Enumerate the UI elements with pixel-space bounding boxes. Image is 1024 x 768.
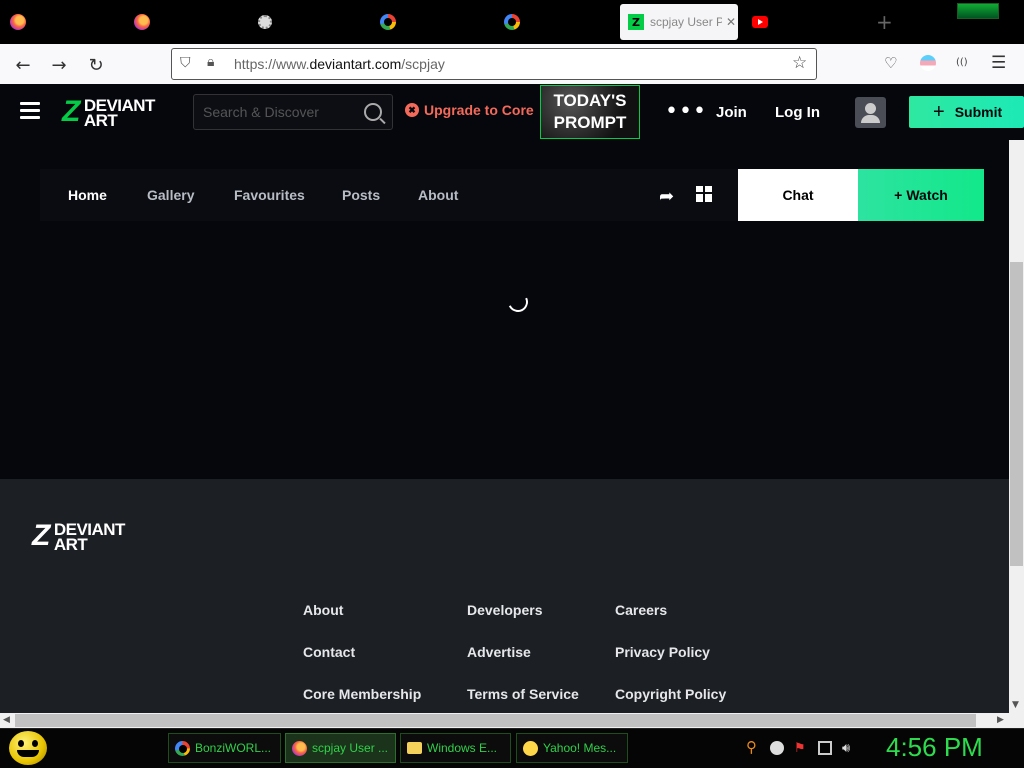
- todays-prompt-banner[interactable]: TODAY'S PROMPT: [540, 85, 640, 139]
- tab-posts[interactable]: Posts: [342, 187, 380, 203]
- search-tray-icon[interactable]: ⚲: [746, 738, 760, 756]
- more-options-icon[interactable]: •••: [665, 99, 707, 124]
- bookmark-star-icon[interactable]: ☆: [792, 53, 807, 73]
- submit-button[interactable]: + Submit: [909, 96, 1024, 128]
- join-link[interactable]: Join: [716, 104, 747, 121]
- avatar-icon[interactable]: [855, 97, 886, 128]
- footer-link[interactable]: Privacy Policy: [615, 644, 710, 660]
- plus-icon: +: [894, 187, 903, 203]
- search-icon[interactable]: [364, 103, 382, 121]
- deviantart-logo[interactable]: Z DEVIANT ART: [62, 95, 155, 130]
- back-arrow-icon[interactable]: ←: [10, 52, 36, 78]
- messenger-tray-icon[interactable]: [770, 741, 784, 755]
- footer-link[interactable]: Terms of Service: [467, 686, 579, 702]
- scrollbar-corner: [1009, 713, 1024, 728]
- window-controls[interactable]: [957, 3, 999, 19]
- tab-youtube[interactable]: [744, 4, 768, 40]
- tab-favourites[interactable]: Favourites: [234, 187, 305, 203]
- firefox-icon: [134, 14, 150, 30]
- deviantart-logo-icon: Z: [32, 519, 50, 552]
- footer-link[interactable]: Contact: [303, 644, 355, 660]
- hamburger-menu-icon[interactable]: [20, 102, 40, 119]
- site-footer: [0, 479, 1009, 713]
- core-icon: ✖: [405, 103, 419, 117]
- taskbar-clock[interactable]: 4:56 PM: [886, 732, 983, 763]
- scroll-right-icon[interactable]: ▶: [997, 715, 1004, 725]
- network-tray-icon[interactable]: [818, 741, 832, 755]
- taskbar-item-yahoo[interactable]: Yahoo! Mes...: [516, 733, 628, 763]
- folder-icon: [407, 742, 422, 754]
- plus-icon: +: [933, 100, 945, 123]
- tab-firefox-1[interactable]: [2, 4, 26, 40]
- forward-arrow-icon[interactable]: →: [46, 52, 72, 78]
- url-text[interactable]: https://www.deviantart.com/scpjay: [234, 56, 445, 72]
- footer-link[interactable]: Advertise: [467, 644, 531, 660]
- login-link[interactable]: Log In: [775, 104, 820, 121]
- yahoo-messenger-icon: [523, 740, 538, 756]
- profile-nav: [40, 169, 738, 221]
- close-tab-icon[interactable]: ✕: [726, 15, 736, 29]
- volume-tray-icon[interactable]: 🔊︎: [842, 741, 856, 756]
- reload-icon[interactable]: ↻: [83, 52, 109, 78]
- extension-icon[interactable]: [920, 55, 936, 71]
- url-bar[interactable]: ⛉ 🔒︎ https://www.deviantart.com/scpjay ☆: [171, 48, 817, 80]
- tab-title: scpjay User Profile: [650, 15, 722, 29]
- chrome-icon: [175, 740, 190, 756]
- cat-icon: [258, 15, 272, 29]
- search-placeholder: Search & Discover: [203, 104, 319, 120]
- new-tab-icon[interactable]: +: [876, 10, 893, 34]
- lock-icon[interactable]: 🔒︎: [207, 54, 214, 70]
- vertical-scroll-thumb[interactable]: [1010, 262, 1023, 566]
- deviantart-logo-icon: Z: [62, 95, 80, 128]
- footer-logo[interactable]: Z DEVIANT ART: [32, 519, 125, 554]
- extension-2-icon[interactable]: ((): [956, 57, 968, 68]
- tab-cat[interactable]: [250, 4, 272, 40]
- taskbar-item-explorer[interactable]: Windows E...: [400, 733, 511, 763]
- horizontal-scroll-thumb[interactable]: [15, 714, 976, 727]
- footer-link[interactable]: About: [303, 602, 343, 618]
- upgrade-to-core-link[interactable]: ✖ Upgrade to Core: [405, 102, 534, 118]
- youtube-icon: [752, 16, 768, 28]
- footer-link[interactable]: Careers: [615, 602, 667, 618]
- flag-tray-icon[interactable]: ⚑: [794, 741, 808, 756]
- tab-about[interactable]: About: [418, 187, 458, 203]
- shield-icon[interactable]: ⛉: [180, 55, 191, 71]
- taskbar-item-bonziworld[interactable]: BonziWORL...: [168, 733, 281, 763]
- watch-button[interactable]: + Watch: [858, 169, 984, 221]
- search-input[interactable]: Search & Discover: [193, 94, 393, 130]
- tab-google-2[interactable]: [496, 4, 520, 40]
- taskbar: [0, 728, 1024, 768]
- google-icon: [504, 14, 520, 30]
- firefox-icon: [10, 14, 26, 30]
- footer-link[interactable]: Core Membership: [303, 686, 421, 702]
- tab-deviantart-active[interactable]: Z scpjay User Profile ✕: [620, 4, 738, 40]
- share-icon[interactable]: ➦: [659, 186, 674, 207]
- firefox-icon: [292, 740, 307, 756]
- start-button-smiley-icon[interactable]: [9, 731, 47, 765]
- menu-icon[interactable]: ☰: [991, 53, 1006, 73]
- tab-google-1[interactable]: [372, 4, 396, 40]
- footer-link[interactable]: Developers: [467, 602, 542, 618]
- tab-gallery[interactable]: Gallery: [147, 187, 194, 203]
- scroll-down-icon[interactable]: ▼: [1012, 700, 1019, 710]
- taskbar-item-firefox[interactable]: scpjay User ...: [285, 733, 396, 763]
- tab-firefox-2[interactable]: [126, 4, 150, 40]
- deviantart-icon: Z: [628, 14, 644, 30]
- chat-button[interactable]: Chat: [738, 169, 858, 221]
- scroll-left-icon[interactable]: ◀: [3, 715, 10, 725]
- google-icon: [380, 14, 396, 30]
- footer-link[interactable]: Copyright Policy: [615, 686, 726, 702]
- gift-icon[interactable]: [696, 186, 712, 202]
- pocket-icon[interactable]: ♡: [884, 54, 897, 72]
- tab-home[interactable]: Home: [68, 187, 107, 203]
